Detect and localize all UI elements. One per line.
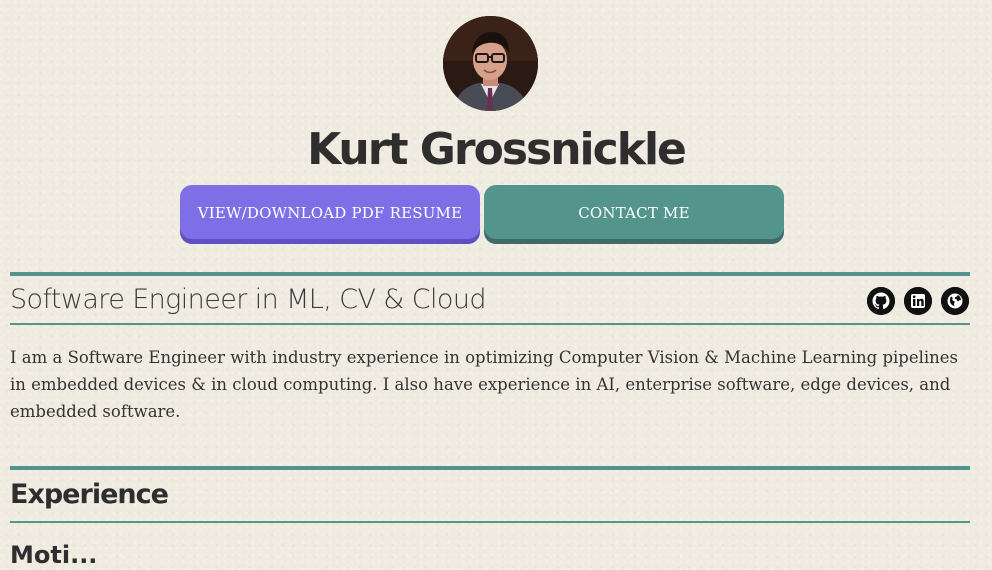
linkedin-icon: [904, 287, 932, 315]
profile-name: Kurt Grossnickle: [307, 124, 687, 175]
github-icon: [867, 287, 895, 315]
experience-divider-top: [10, 466, 970, 470]
view-resume-button[interactable]: VIEW/DOWNLOAD PDF RESUME: [180, 185, 480, 239]
tagline: Software Engineer in ML, CV & Cloud: [10, 284, 486, 315]
website-link[interactable]: [941, 287, 969, 315]
bio-paragraph: I am a Software Engineer with industry e…: [10, 348, 959, 421]
experience-heading: Experience: [10, 479, 169, 510]
github-link[interactable]: [867, 287, 895, 315]
experience-entry-title: Moti...: [10, 541, 98, 569]
experience-divider-bottom: [10, 521, 970, 523]
linkedin-link[interactable]: [904, 287, 932, 315]
social-links: [867, 287, 969, 315]
section-divider-top: [10, 272, 970, 276]
contact-me-button[interactable]: CONTACT ME: [484, 185, 784, 239]
avatar: [443, 16, 538, 111]
avatar-photo: [443, 16, 538, 111]
section-divider-bottom: [10, 323, 970, 325]
globe-icon: [941, 287, 969, 315]
